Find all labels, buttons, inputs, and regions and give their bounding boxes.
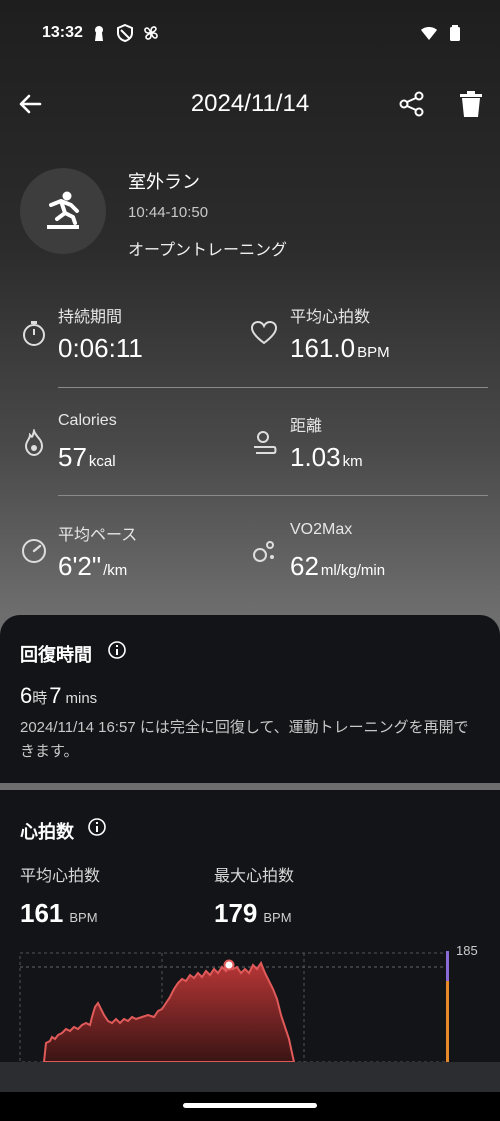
- max-hr-label: 最大心拍数: [214, 868, 295, 885]
- metric-label: Calories: [58, 412, 117, 429]
- runner-icon: [47, 191, 79, 229]
- info-icon[interactable]: [108, 641, 126, 659]
- recovery-hours: 6: [20, 683, 33, 708]
- metric-label: 距離: [290, 418, 323, 435]
- wifi-icon: [421, 27, 437, 40]
- avg-hr-label: 平均心拍数: [20, 868, 101, 885]
- keyhole-icon: [95, 26, 103, 41]
- metric-value: 0:06:11: [58, 333, 143, 363]
- metric-unit: kcal: [88, 453, 116, 470]
- metrics-grid: 持続期間 0:06:11 平均心拍数 161.0 BPM Calories 57 k…: [0, 295, 500, 615]
- zone-bar-orange: [446, 981, 449, 1062]
- share-icon[interactable]: [398, 90, 426, 118]
- metric-label: 平均ペース: [58, 527, 138, 544]
- avg-hr-value-row: 161 BPM: [20, 898, 98, 929]
- recovery-minutes-unit: mins: [65, 690, 98, 707]
- metric-label: VO2Max: [290, 521, 353, 538]
- max-hr-marker: [223, 959, 235, 971]
- battery-icon: [450, 25, 460, 41]
- heart-rate-chart: 185: [19, 945, 478, 1062]
- metric-value-row: 0:06:11: [58, 333, 145, 364]
- activity-name: 室外ラン: [128, 172, 200, 192]
- shield-icon: [117, 24, 133, 42]
- status-time: 13:32: [42, 24, 83, 41]
- metric-unit: km: [342, 453, 363, 470]
- status-bar: 13:32: [0, 0, 500, 70]
- heart-rate-area: [42, 960, 296, 1062]
- recovery-duration: 6時7 mins: [20, 683, 97, 709]
- metric-label: 持続期間: [58, 309, 123, 326]
- activity-time-range: 10:44-10:50: [128, 204, 209, 221]
- activity-type: オープントレーニング: [128, 242, 288, 259]
- divider: [58, 387, 488, 388]
- recovery-description: 2024/11/14 16:57 には完全に回復して、運動トレーニングを再開でき…: [20, 719, 469, 760]
- metric-label: 平均心拍数: [290, 309, 371, 326]
- metric-unit: ml/kg/min: [320, 562, 386, 579]
- metric-value-row: 6'2"/km: [58, 551, 127, 582]
- recovery-minutes: 7: [49, 683, 62, 708]
- home-indicator[interactable]: [183, 1103, 317, 1108]
- stopwatch-icon: [23, 321, 45, 346]
- max-hr-value-row: 179 BPM: [214, 898, 292, 929]
- trash-icon[interactable]: [458, 90, 484, 118]
- metric-value: 62: [290, 551, 319, 581]
- metric-value-row: 161.0 BPM: [290, 333, 390, 364]
- bottom-sheet-edge: [0, 1062, 500, 1092]
- metric-value: 6'2": [58, 551, 102, 581]
- fan-icon: [144, 26, 158, 40]
- metric-unit: /km: [103, 562, 128, 579]
- divider: [58, 495, 488, 496]
- metric-value: 161.0: [290, 333, 356, 363]
- flame-icon: [24, 429, 44, 457]
- metric-value-row: 57 kcal: [58, 442, 116, 473]
- metric-value-row: 62 ml/kg/min: [290, 551, 385, 582]
- heart-icon: [250, 320, 278, 345]
- metric-value: 1.03: [290, 442, 341, 472]
- zone-bar-purple: [446, 951, 449, 981]
- max-hr-unit: BPM: [263, 910, 292, 925]
- metric-value: 57: [58, 442, 87, 472]
- recovery-title: 回復時間: [20, 645, 92, 665]
- heart-rate-card: 心拍数 平均心拍数 161 BPM 最大心拍数 179 BPM 185: [0, 790, 500, 1090]
- heart-rate-title: 心拍数: [20, 822, 74, 842]
- chart-max-label: 185: [456, 945, 478, 958]
- distance-icon: [254, 431, 277, 454]
- recovery-hours-unit: 時: [32, 690, 48, 707]
- avg-hr-unit: BPM: [69, 910, 98, 925]
- avg-hr-value: 161: [20, 898, 64, 928]
- info-icon[interactable]: [88, 818, 106, 836]
- bubbles-icon: [253, 541, 274, 562]
- speedometer-icon: [22, 539, 46, 563]
- activity-avatar: [20, 168, 106, 254]
- metric-unit: BPM: [357, 344, 390, 361]
- metric-value-row: 1.03 km: [290, 442, 363, 473]
- max-hr-value: 179: [214, 898, 258, 928]
